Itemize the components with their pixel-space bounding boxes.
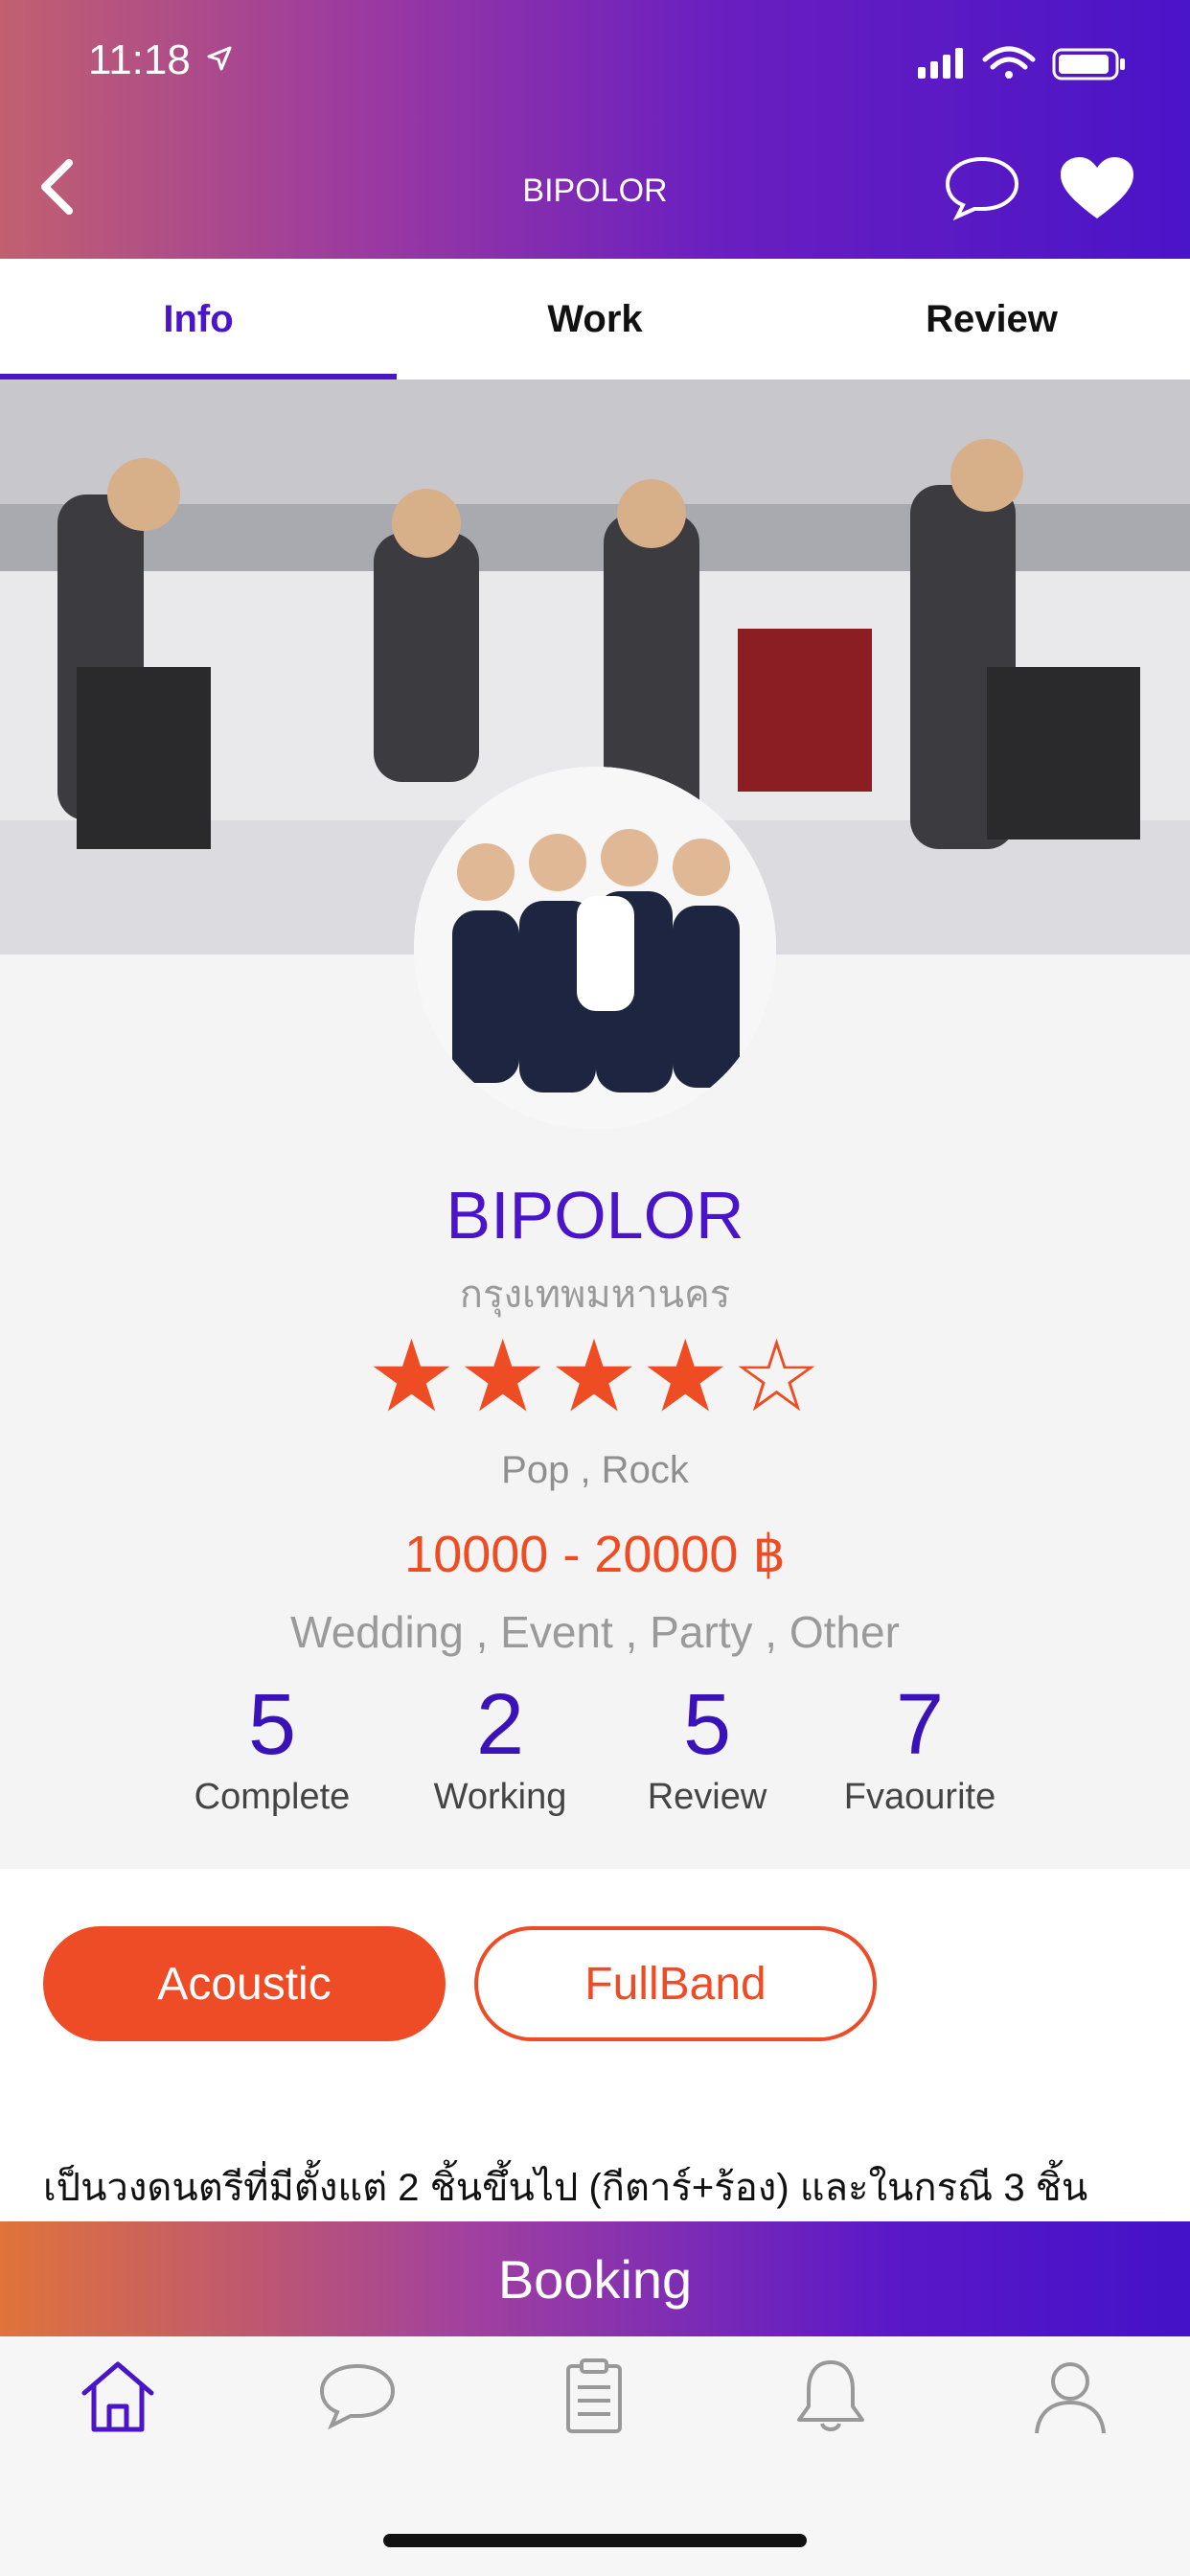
stat-value: 5 [682, 1677, 732, 1773]
signal-icon [918, 48, 963, 79]
star-icon-filled: ★ [640, 1322, 732, 1433]
status-icons [918, 46, 1125, 80]
clipboard-icon[interactable] [551, 2353, 637, 2439]
location-arrow-icon [207, 46, 232, 71]
band-avatar [414, 767, 776, 1129]
stat-working: 2 Working [395, 1677, 606, 1818]
price-range: 10000 - 20000 ฿ [404, 1526, 786, 1583]
band-location: กรุงเทพมหานคร [459, 1274, 731, 1316]
profile-icon[interactable] [1027, 2353, 1113, 2439]
star-icon-empty: ☆ [731, 1322, 824, 1433]
chat-icon[interactable] [314, 2353, 400, 2439]
fullband-button[interactable]: FullBand [474, 1926, 877, 2041]
stat-value: 2 [475, 1677, 525, 1773]
tab-info[interactable]: Info [0, 259, 397, 380]
event-types: Wedding , Event , Party , Other [290, 1607, 900, 1657]
stat-label: Review [647, 1777, 767, 1817]
battery-icon [1052, 48, 1125, 80]
stat-review: 5 Review [602, 1677, 812, 1818]
stat-value: 7 [895, 1677, 945, 1773]
star-icon-filled: ★ [549, 1322, 641, 1433]
tab-bar: Info Work Review [0, 259, 1190, 380]
status-time: 11:18 [88, 36, 191, 83]
band-description: เป็นวงดนตรีที่มีตั้งแต่ 2 ชิ้นขึ้นไป (กี… [43, 2167, 1088, 2209]
booking-button[interactable]: Booking [0, 2221, 1190, 2336]
star-icon-filled: ★ [458, 1322, 550, 1433]
stat-value: 5 [247, 1677, 297, 1773]
star-icon-filled: ★ [366, 1322, 459, 1433]
tab-review[interactable]: Review [793, 259, 1190, 380]
rating-stars: ★★★★☆ [0, 1324, 1190, 1430]
band-name: BIPOLOR [446, 1178, 744, 1253]
heart-icon[interactable] [1059, 155, 1135, 222]
wifi-icon [982, 46, 1036, 79]
tab-work[interactable]: Work [397, 259, 793, 380]
acoustic-button[interactable]: Acoustic [43, 1926, 446, 2041]
stat-label: Fvaourite [843, 1777, 996, 1817]
stat-label: Working [433, 1777, 567, 1817]
bell-icon[interactable] [788, 2353, 874, 2439]
band-genres: Pop , Rock [501, 1449, 689, 1491]
home-indicator[interactable] [383, 2534, 807, 2547]
chat-icon[interactable] [944, 153, 1020, 220]
home-icon[interactable] [75, 2353, 161, 2439]
stat-label: Complete [194, 1777, 351, 1817]
stat-favourite: 7 Fvaourite [814, 1677, 1025, 1818]
stat-complete: 5 Complete [167, 1677, 378, 1818]
